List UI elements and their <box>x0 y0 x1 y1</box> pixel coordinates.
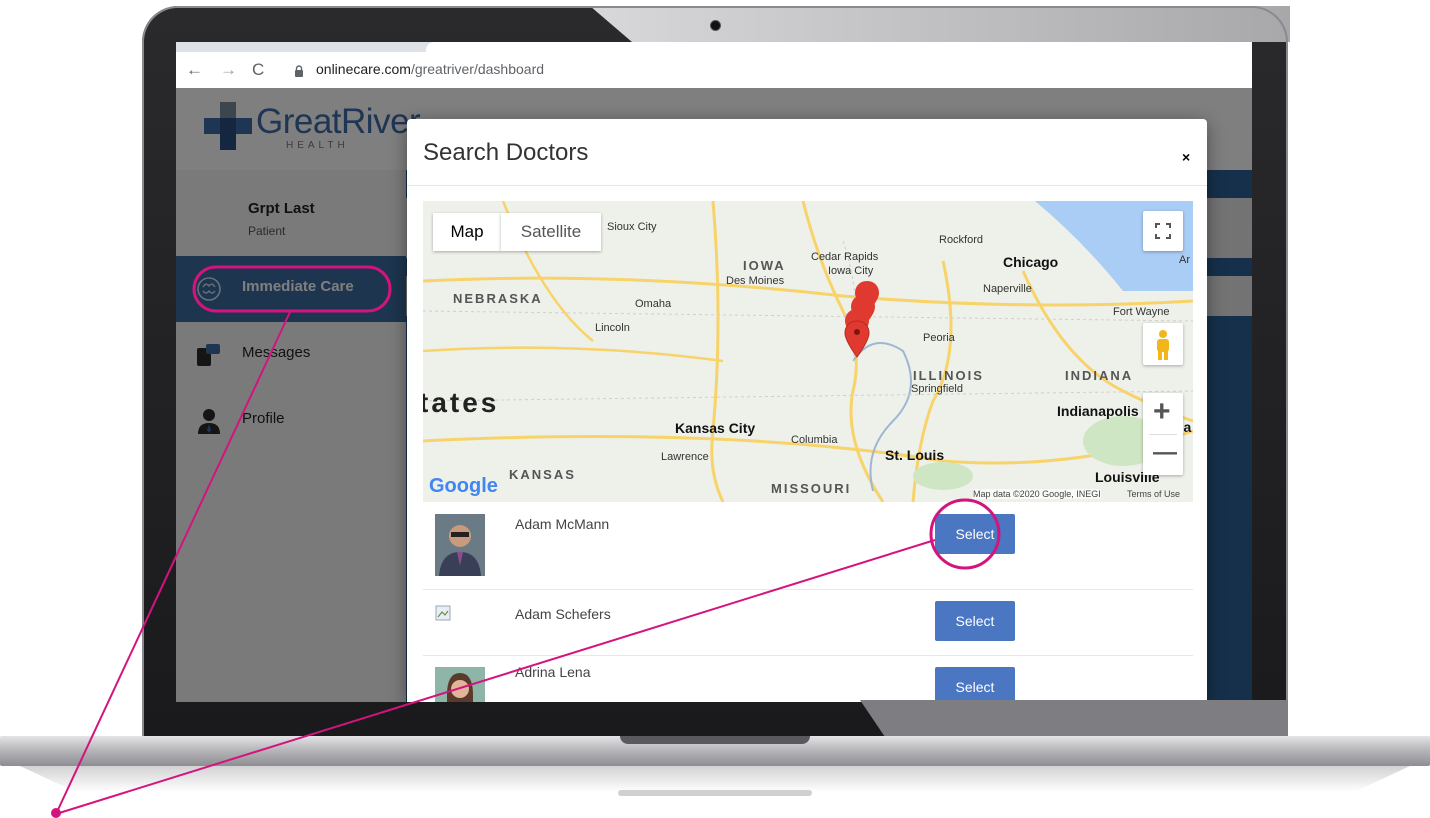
screen-glare <box>860 700 1288 738</box>
laptop-bezel-edge <box>142 6 1288 738</box>
laptop-trackpad-edge <box>618 790 812 796</box>
laptop-base-shadow <box>20 766 1410 792</box>
laptop-hinge-notch <box>620 736 810 744</box>
callout-dot <box>51 808 61 818</box>
